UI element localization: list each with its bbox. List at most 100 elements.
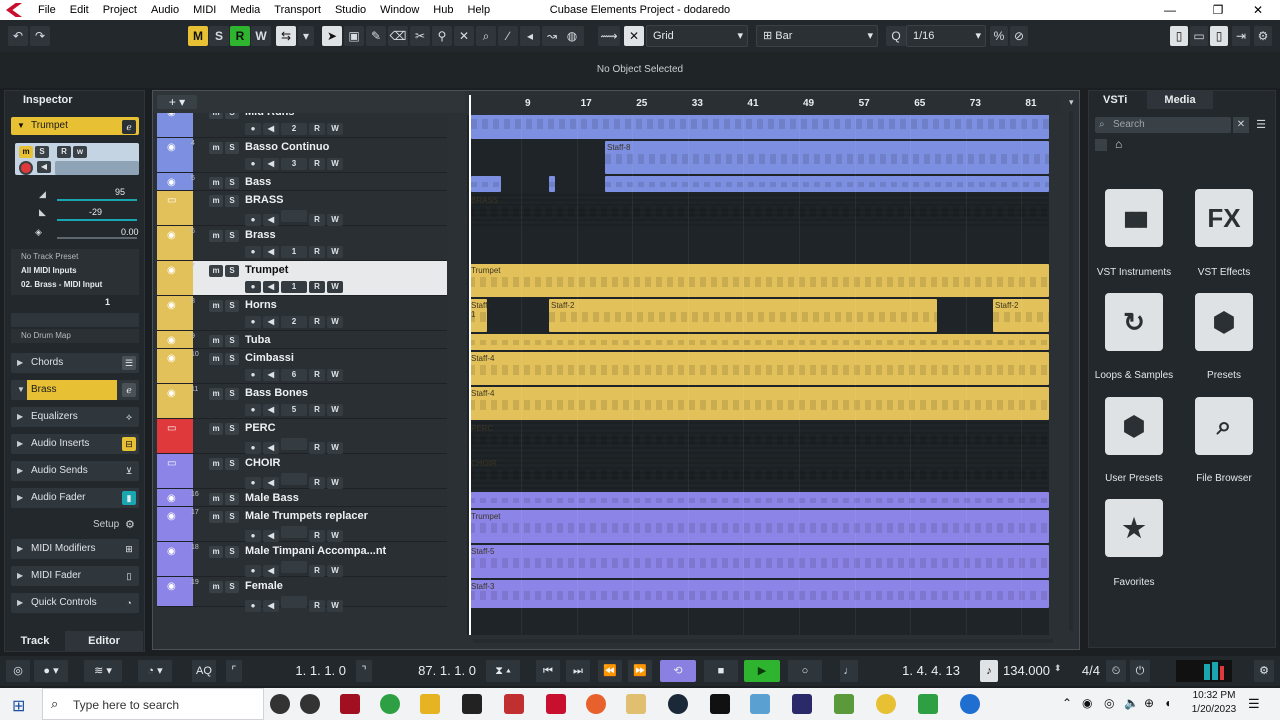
record-enable-icon[interactable]: ●	[245, 281, 261, 293]
midi-channel-field[interactable]: 2	[281, 123, 307, 135]
track-preset-label[interactable]: No Track Preset	[21, 252, 78, 261]
tab-track[interactable]: Track	[5, 631, 65, 651]
write-automation-button[interactable]: W	[327, 123, 343, 135]
delay-slider[interactable]	[57, 237, 137, 239]
midi-part[interactable]: Staff-1	[469, 299, 490, 332]
vertical-scrollbar[interactable]	[1069, 111, 1073, 631]
track-lane[interactable]	[467, 228, 1049, 263]
maximize-icon[interactable]: ❐	[1196, 0, 1240, 20]
warp-tool-icon[interactable]: ↝	[542, 26, 562, 46]
track-row[interactable]: ◉ 9 m S Tuba	[157, 331, 447, 349]
instrument-icon[interactable]: ◉	[167, 300, 176, 311]
read-automation-button[interactable]: R	[309, 316, 325, 328]
mute-button[interactable]: m	[209, 113, 223, 119]
audio-mode-icon[interactable]: ≋ ▾	[84, 660, 122, 682]
read-automation-button[interactable]: R	[230, 26, 250, 46]
instrument-icon[interactable]: ◉	[167, 113, 176, 118]
speaker-icon[interactable]: 🔈	[1124, 696, 1139, 710]
monitor-icon[interactable]: ◀	[263, 442, 279, 454]
track-name[interactable]: Basso Continuo	[245, 141, 329, 153]
event-display[interactable]: Staff-7 Staff-8 BRASS Trumpet Staff-1 Staff-2…	[467, 115, 1049, 635]
volume-icon[interactable]: ◖	[1164, 696, 1171, 710]
tab-editor[interactable]: Editor	[65, 631, 143, 651]
monitor-icon[interactable]: ◀	[263, 565, 279, 577]
mute-button[interactable]: m	[209, 423, 223, 435]
inspector-section-audio-fader[interactable]: ▶ Audio Fader ▮	[11, 488, 139, 508]
midi-part[interactable]: Staff-3	[469, 580, 1049, 608]
monitor-icon[interactable]: ◀	[263, 214, 279, 226]
mute-button[interactable]: m	[209, 353, 223, 365]
left-locator-value[interactable]: 1. 1. 1. 0	[244, 660, 346, 682]
track-lane[interactable]: Staff-7	[467, 115, 1049, 140]
track-row[interactable]: ▭ m S BRASS ● ◀ R W	[157, 191, 447, 226]
midi-channel-field[interactable]: 3	[281, 158, 307, 170]
presets-tile[interactable]: ⬢	[1195, 293, 1253, 351]
media-search-input[interactable]: ⌕ Search	[1095, 117, 1231, 133]
track-lane[interactable]: Trumpet	[467, 263, 1049, 298]
app-icon[interactable]	[504, 694, 524, 714]
taskbar-clock-time[interactable]: 10:32 PM	[1186, 690, 1242, 701]
ruler-format-dropdown[interactable]: ⊞ Bar ▾	[756, 25, 878, 47]
tray-icon[interactable]: ◉	[1082, 696, 1092, 710]
monitor-icon[interactable]: ◀	[263, 530, 279, 542]
left-locator-icon[interactable]: ⌜	[226, 660, 242, 682]
mute-button[interactable]: m	[209, 335, 223, 347]
track-name[interactable]: Mid Runs	[245, 113, 295, 118]
write-automation-button[interactable]: W	[251, 26, 271, 46]
solo-button[interactable]: S	[35, 146, 49, 158]
track-name[interactable]: Brass	[245, 229, 276, 241]
solo-button[interactable]: S	[225, 113, 239, 119]
menu-media[interactable]: Media	[224, 4, 268, 16]
draw-tool-icon[interactable]: ✎	[366, 26, 386, 46]
epic-games-icon[interactable]	[462, 694, 482, 714]
mute-button[interactable]: m	[209, 230, 223, 242]
record-enable-icon[interactable]: ●	[245, 316, 261, 328]
vst-effects-tile[interactable]: FX	[1195, 189, 1253, 247]
track-name[interactable]: BRASS	[245, 194, 284, 206]
read-automation-button[interactable]: R	[309, 158, 325, 170]
mute-button[interactable]: m	[209, 142, 223, 154]
folder-icon[interactable]: ▭	[167, 195, 176, 206]
steam-icon[interactable]	[668, 694, 688, 714]
tab-vsti[interactable]: VSTi	[1103, 91, 1127, 109]
gear-icon[interactable]: ⚙	[1254, 660, 1274, 682]
read-automation-button[interactable]: R	[309, 565, 325, 577]
app-icon[interactable]	[750, 694, 770, 714]
track-name[interactable]: Tuba	[245, 334, 270, 346]
write-automation-button[interactable]: W	[327, 316, 343, 328]
read-button[interactable]: R	[57, 146, 71, 158]
track-row[interactable]: ◉ 19 m S Female ● ◀ R W	[157, 577, 447, 612]
instrument-icon[interactable]: ◉	[167, 335, 176, 346]
track-lane[interactable]: Staff-4	[467, 386, 1049, 421]
record-enable-icon[interactable]: ●	[245, 246, 261, 258]
midi-part[interactable]	[605, 176, 1049, 192]
app-icon[interactable]	[340, 694, 360, 714]
drum-map-selector[interactable]: No Drum Map	[11, 329, 139, 343]
mute-button[interactable]: m	[209, 177, 223, 189]
mute-button[interactable]: m	[209, 546, 223, 558]
midi-part[interactable]	[469, 492, 1049, 508]
right-locator-value[interactable]: 87. 1. 1. 0	[374, 660, 476, 682]
snap-type-icon[interactable]: ⟿	[598, 26, 620, 46]
midi-channel-field[interactable]	[281, 596, 307, 608]
record-enable-icon[interactable]: ●	[245, 600, 261, 612]
mute-button[interactable]: m	[209, 300, 223, 312]
solo-button[interactable]: S	[225, 195, 239, 207]
time-signature-value[interactable]: 4/4	[1072, 660, 1100, 682]
fast-forward-icon[interactable]: ⏩	[628, 660, 652, 682]
midi-input-selector[interactable]: All MIDI Inputs	[21, 266, 77, 275]
write-automation-button[interactable]: W	[327, 404, 343, 416]
midi-part[interactable]: Staff-7	[471, 115, 1049, 139]
track-lane[interactable]	[467, 333, 1049, 351]
penguin-app-icon[interactable]	[300, 694, 320, 714]
solo-button[interactable]: S	[225, 458, 239, 470]
time-format-icon[interactable]: ♩	[840, 660, 858, 682]
read-automation-button[interactable]: R	[309, 600, 325, 612]
solo-mode-button[interactable]: S	[209, 26, 229, 46]
app-icon[interactable]	[834, 694, 854, 714]
monitor-icon[interactable]: ◀	[263, 246, 279, 258]
horizontal-scrollbar[interactable]	[473, 639, 1053, 643]
instrument-icon[interactable]: ◉	[167, 546, 176, 557]
metronome-icon[interactable]: ⏲	[1106, 660, 1126, 682]
activity-icon[interactable]: ◎	[6, 660, 30, 682]
